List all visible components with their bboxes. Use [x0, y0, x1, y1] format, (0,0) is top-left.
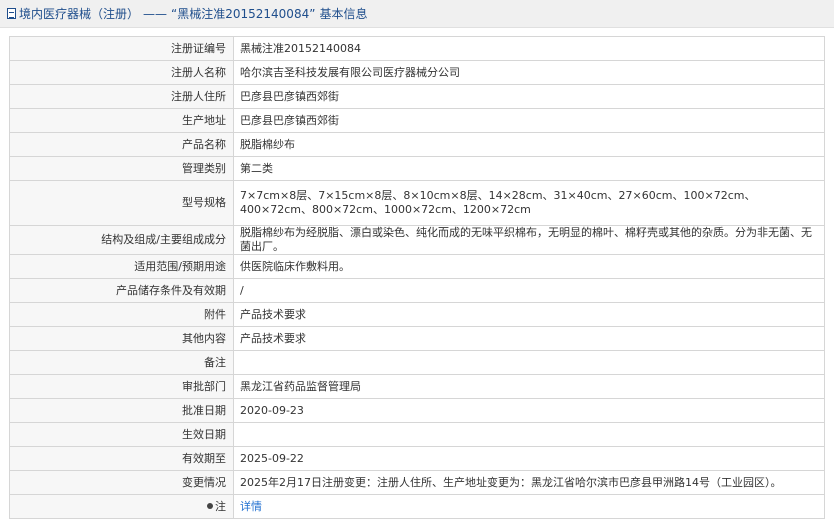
table-row: 生效日期: [9, 422, 825, 447]
header-section: 境内医疗器械（注册）: [19, 7, 140, 21]
row-value: 巴彦县巴彦镇西郊街: [233, 108, 825, 133]
header-suffix: 基本信息: [319, 7, 368, 21]
row-value: /: [233, 278, 825, 303]
row-value: 哈尔滨吉圣科技发展有限公司医疗器械分公司: [233, 60, 825, 85]
row-value: 第二类: [233, 156, 825, 181]
details-link[interactable]: 详情: [240, 500, 262, 513]
row-value: 2025年2月17日注册变更：注册人住所、生产地址变更为：黑龙江省哈尔滨市巴彦县…: [233, 470, 825, 495]
table-row: 注册人住所 巴彦县巴彦镇西郊街: [9, 84, 825, 109]
document-icon: [7, 8, 16, 19]
table-row: 适用范围/预期用途 供医院临床作敷料用。: [9, 254, 825, 279]
table-row: 审批部门 黑龙江省药品监督管理局: [9, 374, 825, 399]
row-label: 产品储存条件及有效期: [9, 278, 234, 303]
header-separator: ——: [143, 6, 168, 21]
row-label: 注册证编号: [9, 36, 234, 61]
row-value: 产品技术要求: [233, 302, 825, 327]
row-label: 管理类别: [9, 156, 234, 181]
table-row: 备注: [9, 350, 825, 375]
row-value: 产品技术要求: [233, 326, 825, 351]
footer-label: 注: [215, 499, 226, 513]
row-label: 生产地址: [9, 108, 234, 133]
table-row: 有效期至 2025-09-22: [9, 446, 825, 471]
table-row: 管理类别 第二类: [9, 156, 825, 181]
page-header: 境内医疗器械（注册） —— “黑械注准20152140084” 基本信息: [0, 0, 834, 28]
table-row: 注册人名称 哈尔滨吉圣科技发展有限公司医疗器械分公司: [9, 60, 825, 85]
row-value: [233, 350, 825, 375]
row-value: 7×7cm×8层、7×15cm×8层、8×10cm×8层、14×28cm、31×…: [233, 180, 825, 226]
table-row: 批准日期 2020-09-23: [9, 398, 825, 423]
table-row: 结构及组成/主要组成成分 脱脂棉纱布为经脱脂、漂白或染色、纯化而成的无味平织棉布…: [9, 225, 825, 255]
row-value: 巴彦县巴彦镇西郊街: [233, 84, 825, 109]
footer-value-cell: 详情: [233, 494, 825, 519]
table-row: 产品名称 脱脂棉纱布: [9, 132, 825, 157]
row-label: 备注: [9, 350, 234, 375]
table-row: 型号规格 7×7cm×8层、7×15cm×8层、8×10cm×8层、14×28c…: [9, 180, 825, 226]
row-label: 产品名称: [9, 132, 234, 157]
info-table: 注册证编号 黑械注准20152140084 注册人名称 哈尔滨吉圣科技发展有限公…: [9, 36, 825, 519]
row-label: 有效期至: [9, 446, 234, 471]
row-label: 审批部门: [9, 374, 234, 399]
footer-label-cell: 注: [9, 494, 234, 519]
row-label: 注册人住所: [9, 84, 234, 109]
table-row: 注册证编号 黑械注准20152140084: [9, 36, 825, 61]
row-label: 结构及组成/主要组成成分: [9, 225, 234, 255]
table-row: 生产地址 巴彦县巴彦镇西郊街: [9, 108, 825, 133]
pin-icon: [207, 502, 213, 509]
header-registration-number: “黑械注准20152140084”: [171, 7, 316, 21]
row-value: 黑械注准20152140084: [233, 36, 825, 61]
row-label: 其他内容: [9, 326, 234, 351]
table-row: 其他内容 产品技术要求: [9, 326, 825, 351]
table-row-footer: 注 详情: [9, 494, 825, 519]
row-label: 生效日期: [9, 422, 234, 447]
row-label: 附件: [9, 302, 234, 327]
row-value: [233, 422, 825, 447]
row-value: 脱脂棉纱布为经脱脂、漂白或染色、纯化而成的无味平织棉布，无明显的棉叶、棉籽壳或其…: [233, 225, 825, 255]
row-label: 批准日期: [9, 398, 234, 423]
row-value: 2020-09-23: [233, 398, 825, 423]
row-value: 脱脂棉纱布: [233, 132, 825, 157]
row-label: 注册人名称: [9, 60, 234, 85]
table-row: 附件 产品技术要求: [9, 302, 825, 327]
row-value: 供医院临床作敷料用。: [233, 254, 825, 279]
row-label: 适用范围/预期用途: [9, 254, 234, 279]
row-label: 变更情况: [9, 470, 234, 495]
table-row: 产品储存条件及有效期 /: [9, 278, 825, 303]
row-value: 黑龙江省药品监督管理局: [233, 374, 825, 399]
table-row: 变更情况 2025年2月17日注册变更：注册人住所、生产地址变更为：黑龙江省哈尔…: [9, 470, 825, 495]
row-label: 型号规格: [9, 180, 234, 226]
row-value: 2025-09-22: [233, 446, 825, 471]
